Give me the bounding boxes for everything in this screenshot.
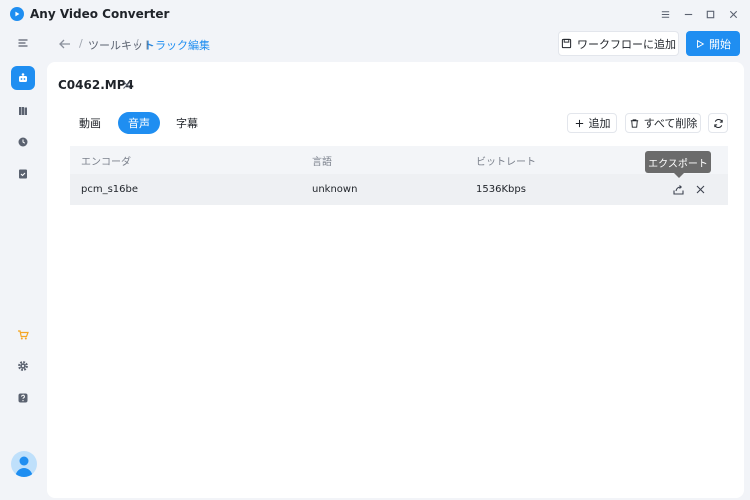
- sidebar: [0, 28, 47, 500]
- breadcrumb-track-edit: トラック編集: [144, 39, 210, 52]
- remove-track-icon[interactable]: [694, 183, 707, 196]
- back-arrow-icon[interactable]: [57, 36, 73, 52]
- breadcrumb-separator: /: [79, 37, 83, 50]
- refresh-button[interactable]: [708, 113, 728, 133]
- settings-icon[interactable]: [11, 354, 35, 378]
- cell-bitrate: 1536Kbps: [476, 184, 526, 195]
- header: / ツールキット / トラック編集 ワークフローに追加 開始: [47, 28, 750, 61]
- start-label: 開始: [709, 37, 731, 51]
- tab-audio[interactable]: 音声: [118, 112, 160, 134]
- app-title: Any Video Converter: [30, 7, 170, 21]
- refresh-icon: [713, 118, 723, 128]
- add-to-workflow-label: ワークフローに追加: [577, 37, 676, 51]
- tasks-icon[interactable]: [11, 162, 35, 186]
- history-icon[interactable]: [11, 130, 35, 154]
- maximize-icon[interactable]: [702, 6, 718, 22]
- cell-language: unknown: [312, 184, 358, 195]
- help-icon[interactable]: [11, 386, 35, 410]
- close-file-icon[interactable]: [121, 79, 133, 91]
- cart-icon[interactable]: [11, 323, 35, 347]
- play-icon: [697, 39, 705, 48]
- add-track-button[interactable]: 追加: [567, 113, 617, 133]
- export-tooltip: エクスポート: [645, 151, 711, 178]
- table-header: エンコーダ 言語 ビットレート: [70, 146, 728, 174]
- plus-icon: [575, 119, 583, 127]
- app-logo-icon: [10, 7, 24, 21]
- add-to-workflow-button[interactable]: ワークフローに追加: [558, 31, 679, 56]
- column-encoder: エンコーダ: [81, 157, 131, 168]
- collapse-menu-icon[interactable]: [11, 31, 35, 55]
- trash-icon: [630, 118, 638, 128]
- track-edit-panel: C0462.MP4 動画 音声 字幕 追加 すべて削除 エンコーダ 言語 ビット…: [47, 62, 744, 498]
- add-track-label: 追加: [588, 117, 611, 130]
- column-bitrate: ビットレート: [476, 157, 536, 168]
- breadcrumb-separator: /: [135, 37, 139, 50]
- tab-subtitle[interactable]: 字幕: [168, 112, 206, 134]
- close-icon[interactable]: [725, 6, 741, 22]
- export-icon[interactable]: [672, 183, 685, 196]
- tab-video[interactable]: 動画: [71, 112, 109, 134]
- user-avatar-icon[interactable]: [11, 451, 37, 477]
- library-icon[interactable]: [11, 99, 35, 123]
- delete-all-button[interactable]: すべて削除: [625, 113, 701, 133]
- menu-icon[interactable]: [657, 6, 673, 22]
- minimize-icon[interactable]: [680, 6, 696, 22]
- start-button[interactable]: 開始: [686, 31, 740, 56]
- toolkit-icon[interactable]: [11, 66, 35, 90]
- title-bar: Any Video Converter: [0, 0, 750, 28]
- column-language: 言語: [312, 157, 332, 168]
- delete-all-label: すべて削除: [643, 117, 698, 130]
- cell-encoder: pcm_s16be: [81, 184, 139, 195]
- table-row[interactable]: pcm_s16be unknown 1536Kbps: [70, 174, 728, 205]
- save-icon: [561, 38, 572, 49]
